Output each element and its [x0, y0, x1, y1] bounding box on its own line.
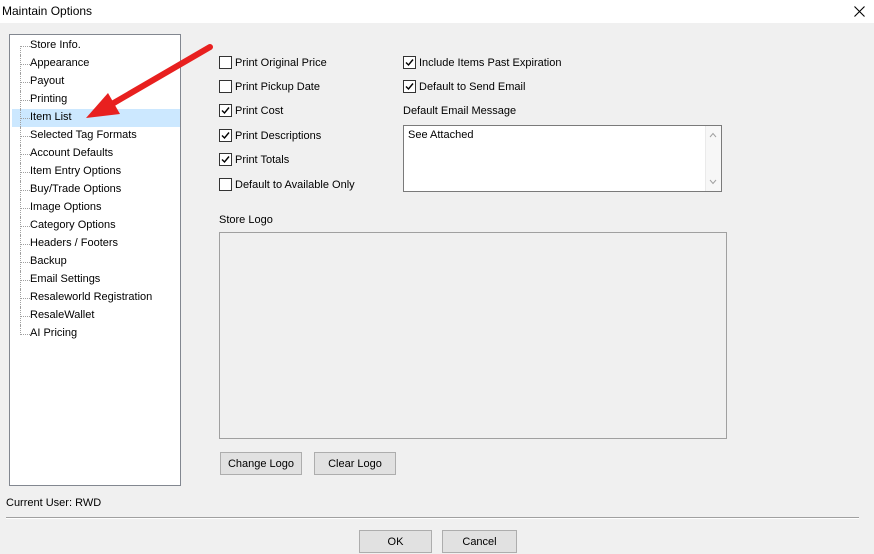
tree-item-label: Item Entry Options: [30, 165, 122, 177]
tree-item-label: Selected Tag Formats: [30, 129, 137, 141]
default-available-only-checkbox[interactable]: Default to Available Only: [219, 178, 355, 191]
checkbox-box[interactable]: [403, 56, 416, 69]
tree-item-headers-footers[interactable]: Headers / Footers: [12, 235, 180, 253]
close-icon: [853, 6, 865, 17]
scroll-down-icon[interactable]: [709, 178, 717, 186]
tree-item-label: Item List: [30, 111, 72, 123]
tree-item-resalewallet[interactable]: ResaleWallet: [12, 307, 180, 325]
options-tree[interactable]: Store Info. Appearance Payout Printing I…: [9, 34, 181, 486]
tree-item-image-options[interactable]: Image Options: [12, 199, 180, 217]
default-send-email-checkbox[interactable]: Default to Send Email: [403, 80, 525, 93]
tree-item-category-options[interactable]: Category Options: [12, 217, 180, 235]
tree-item-label: AI Pricing: [30, 327, 78, 339]
checkbox-label: Print Pickup Date: [235, 80, 320, 93]
tree-item-buy-trade-options[interactable]: Buy/Trade Options: [12, 181, 180, 199]
clear-logo-button[interactable]: Clear Logo: [314, 452, 396, 475]
checkbox-label: Default to Send Email: [419, 80, 526, 93]
checkbox-label: Print Totals: [235, 153, 290, 166]
checkmark-icon: [405, 83, 414, 91]
current-user-label: Current User: RWD: [6, 497, 102, 509]
tree-item-label: ResaleWallet: [30, 309, 95, 321]
tree-item-ai-pricing[interactable]: AI Pricing: [12, 325, 180, 343]
tree-item-email-settings[interactable]: Email Settings: [12, 271, 180, 289]
cancel-button[interactable]: Cancel: [442, 530, 517, 553]
tree-item-label: Image Options: [30, 201, 102, 213]
email-message-label: Default Email Message: [403, 105, 517, 117]
tree-item-account-defaults[interactable]: Account Defaults: [12, 145, 180, 163]
tree-item-label: Payout: [30, 75, 65, 87]
tree-item-item-entry-options[interactable]: Item Entry Options: [12, 163, 180, 181]
email-scrollbar[interactable]: [705, 126, 721, 191]
checkbox-label: Default to Available Only: [235, 178, 355, 191]
print-original-price-checkbox[interactable]: Print Original Price: [219, 56, 327, 69]
ok-button[interactable]: OK: [359, 530, 432, 553]
checkbox-box[interactable]: [219, 178, 232, 191]
print-descriptions-checkbox[interactable]: Print Descriptions: [219, 129, 321, 142]
email-message-field[interactable]: See Attached: [403, 125, 722, 192]
checkbox-label: Print Original Price: [235, 56, 327, 69]
checkmark-icon: [221, 156, 230, 164]
checkbox-box[interactable]: [219, 129, 232, 142]
print-cost-checkbox[interactable]: Print Cost: [219, 104, 283, 117]
tree-item-resaleworld-registration[interactable]: Resaleworld Registration: [12, 289, 180, 307]
tree-item-appearance[interactable]: Appearance: [12, 55, 180, 73]
store-logo-label: Store Logo: [219, 214, 273, 226]
checkbox-label: Print Cost: [235, 104, 284, 117]
tree-item-label: Store Info.: [30, 39, 81, 51]
tree-item-label: Backup: [30, 255, 67, 267]
checkbox-box[interactable]: [403, 80, 416, 93]
tree-item-backup[interactable]: Backup: [12, 253, 180, 271]
checkbox-box[interactable]: [219, 153, 232, 166]
checkmark-icon: [221, 132, 230, 140]
tree-item-label: Email Settings: [30, 273, 101, 285]
checkbox-label: Print Descriptions: [235, 129, 322, 142]
tree-item-store-info[interactable]: Store Info.: [12, 37, 180, 55]
window-title: Maintain Options: [2, 4, 93, 18]
tree-item-printing[interactable]: Printing: [12, 91, 180, 109]
tree-item-label: Category Options: [30, 219, 116, 231]
tree-item-label: Printing: [30, 93, 68, 105]
include-past-expiration-checkbox[interactable]: Include Items Past Expiration: [403, 56, 561, 69]
footer-divider: [6, 517, 859, 519]
store-logo-image: [219, 232, 727, 439]
tree-item-label: Resaleworld Registration: [30, 291, 153, 303]
change-logo-button[interactable]: Change Logo: [220, 452, 302, 475]
checkbox-box[interactable]: [219, 80, 232, 93]
tree-item-item-list[interactable]: Item List: [12, 109, 180, 127]
print-totals-checkbox[interactable]: Print Totals: [219, 153, 289, 166]
close-button[interactable]: [844, 0, 874, 23]
scroll-up-icon[interactable]: [709, 131, 717, 139]
email-message-text: See Attached: [408, 129, 474, 141]
tree-item-label: Account Defaults: [30, 147, 114, 159]
tree-item-label: Appearance: [30, 57, 90, 69]
print-pickup-date-checkbox[interactable]: Print Pickup Date: [219, 80, 320, 93]
checkmark-icon: [221, 107, 230, 115]
tree-item-label: Headers / Footers: [30, 237, 119, 249]
title-bar: Maintain Options: [0, 0, 874, 23]
tree-item-payout[interactable]: Payout: [12, 73, 180, 91]
checkmark-icon: [405, 59, 414, 67]
checkbox-label: Include Items Past Expiration: [419, 56, 562, 69]
tree-item-selected-tag-formats[interactable]: Selected Tag Formats: [12, 127, 180, 145]
checkbox-box[interactable]: [219, 56, 232, 69]
tree-item-label: Buy/Trade Options: [30, 183, 122, 195]
checkbox-box[interactable]: [219, 104, 232, 117]
